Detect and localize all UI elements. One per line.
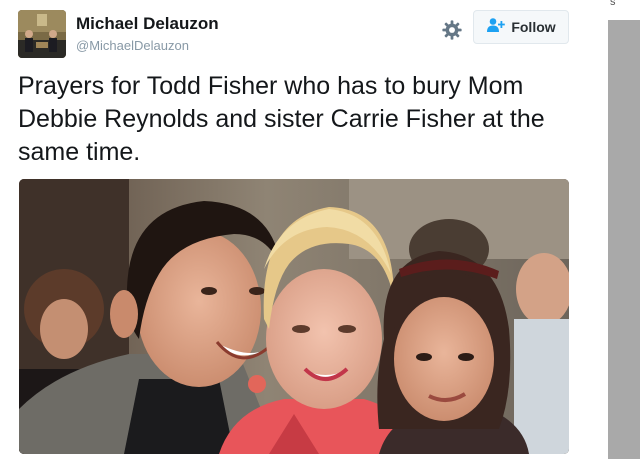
follow-button[interactable]: Follow [473, 10, 569, 44]
tweet-photo[interactable] [19, 179, 569, 454]
right-side-panel-text: s [610, 0, 616, 8]
right-side-panel: s [608, 0, 640, 459]
gear-icon[interactable] [441, 19, 463, 41]
follow-button-label: Follow [511, 19, 556, 35]
author-name[interactable]: Michael Delauzon [76, 14, 219, 34]
tweet-text: Prayers for Todd Fisher who has to bury … [18, 72, 545, 166]
author-handle[interactable]: @MichaelDelauzon [76, 38, 189, 53]
right-side-panel-header: s [608, 0, 640, 20]
avatar[interactable] [18, 10, 66, 58]
tweet-card: Michael Delauzon @MichaelDelauzon Follow… [0, 0, 608, 459]
add-person-icon [486, 17, 506, 38]
